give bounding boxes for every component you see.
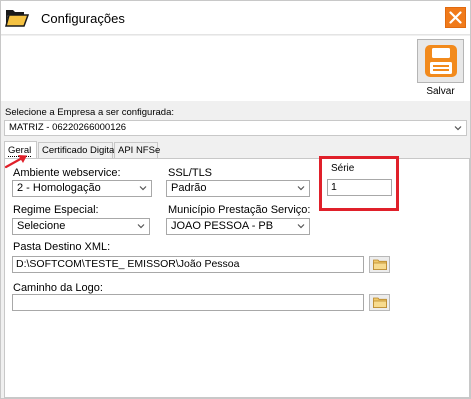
- logo-input[interactable]: [12, 294, 364, 311]
- pasta-label: Pasta Destino XML:: [13, 241, 111, 253]
- ssl-label: SSL/TLS: [168, 167, 213, 179]
- toolbar: Salvar: [1, 36, 470, 101]
- configuracoes-window: Configurações Salvar Selecione a Empresa…: [0, 0, 471, 399]
- tab-certificado-digital[interactable]: Certificado Digital: [38, 142, 117, 159]
- annotation-arrow-icon: [4, 155, 27, 169]
- ambiente-value: 2 - Homologação: [17, 182, 101, 194]
- ssl-value: Padrão: [171, 182, 207, 194]
- company-select-value: MATRIZ - 06220266000126: [9, 122, 127, 133]
- regime-label: Regime Especial:: [13, 204, 99, 216]
- save-button[interactable]: [417, 39, 464, 83]
- floppy-disk-icon: [424, 45, 457, 77]
- folder-open-icon: [5, 6, 30, 28]
- pasta-input[interactable]: D:\SOFTCOM\TESTE_ EMISSOR\João Pessoa: [12, 256, 364, 273]
- tab-certificado-label: Certificado Digital: [42, 145, 117, 156]
- municipio-select[interactable]: JOAO PESSOA - PB: [166, 218, 310, 235]
- window-title: Configurações: [41, 11, 125, 26]
- municipio-label: Município Prestação Serviço:: [168, 204, 311, 216]
- chevron-down-icon: [454, 126, 462, 131]
- ambiente-select[interactable]: 2 - Homologação: [12, 180, 152, 197]
- chevron-down-icon: [139, 186, 147, 191]
- tab-api-nfse[interactable]: API NFSe: [114, 142, 161, 159]
- company-label: Selecione a Empresa a ser configurada:: [5, 107, 174, 118]
- logo-browse-button[interactable]: [369, 294, 390, 311]
- regime-select[interactable]: Selecione: [12, 218, 150, 235]
- folder-icon: [372, 297, 387, 308]
- serie-highlight-annotation: [319, 156, 399, 211]
- ssl-select[interactable]: Padrão: [166, 180, 310, 197]
- chevron-down-icon: [297, 186, 305, 191]
- save-button-label: Salvar: [426, 86, 455, 97]
- pasta-browse-button[interactable]: [369, 256, 390, 273]
- logo-label: Caminho da Logo:: [13, 282, 103, 294]
- tab-api-label: API NFSe: [118, 145, 161, 156]
- municipio-value: JOAO PESSOA - PB: [171, 220, 274, 232]
- company-select[interactable]: MATRIZ - 06220266000126: [4, 120, 467, 136]
- close-icon: [449, 11, 462, 24]
- chevron-down-icon: [297, 224, 305, 229]
- close-button[interactable]: [445, 7, 466, 28]
- chevron-down-icon: [137, 224, 145, 229]
- folder-icon: [372, 259, 387, 270]
- title-bar: Configurações: [1, 1, 470, 35]
- regime-value: Selecione: [17, 220, 66, 232]
